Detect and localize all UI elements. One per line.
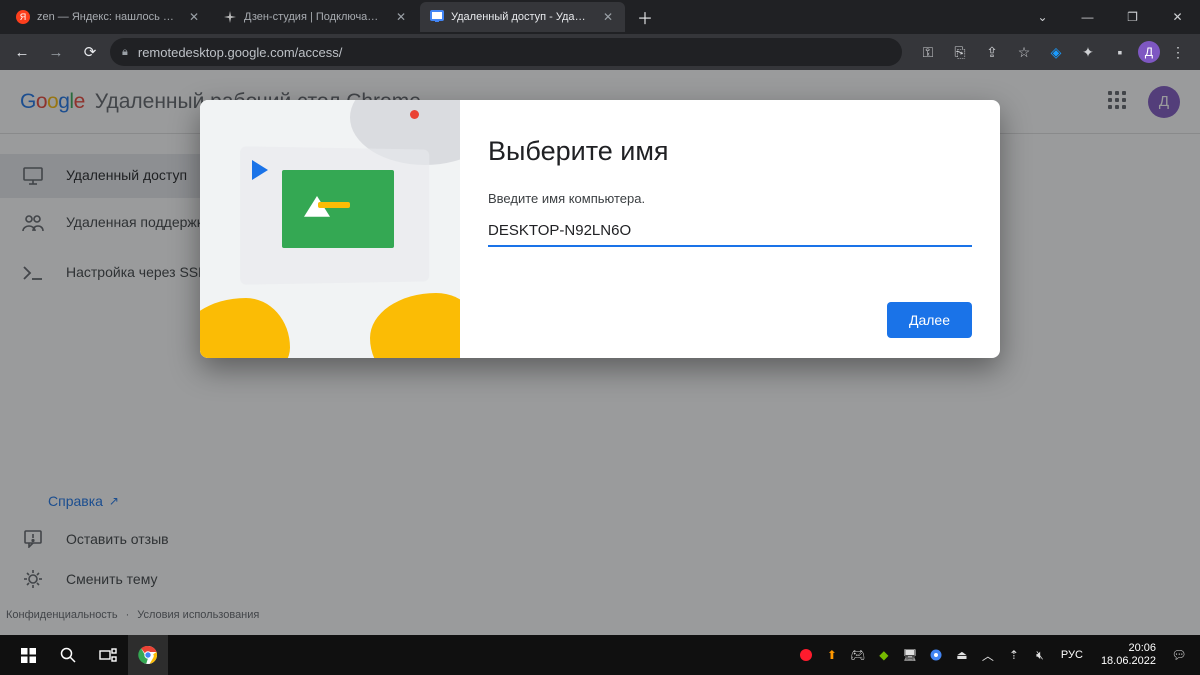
tray-nvidia-icon[interactable]: ◆: [875, 646, 893, 664]
close-icon[interactable]: ✕: [601, 10, 615, 24]
choose-name-dialog: Выберите имя Введите имя компьютера. Дал…: [200, 100, 1000, 358]
browser-tab-2[interactable]: Дзен-студия | Подключаемся к ✕: [213, 2, 418, 32]
crd-icon: [430, 10, 444, 24]
forward-button[interactable]: →: [42, 38, 70, 66]
dialog-subtitle: Введите имя компьютера.: [488, 191, 972, 206]
tray-usb-icon[interactable]: ⏏: [953, 646, 971, 664]
start-button[interactable]: [8, 635, 48, 675]
tab-title: zen — Яндекс: нашлось 12 млн: [37, 11, 176, 23]
install-app-icon[interactable]: ⎘: [946, 38, 974, 66]
tray-opera-icon[interactable]: [797, 646, 815, 664]
tray-volume-icon[interactable]: 🔇︎: [1031, 646, 1049, 664]
url-text: remotedesktop.google.com/access/: [138, 45, 343, 60]
dialog-actions: Далее: [488, 272, 972, 338]
lastpass-icon[interactable]: ▪: [1106, 38, 1134, 66]
system-tray: ⬆ 🎮︎ ◆ 🖥︎ ⏏ ︿ ⇡ 🔇︎ РУС 20:06 18.06.2022 …: [797, 642, 1192, 668]
window-controls: ⌄ — ❐ ✕: [1020, 0, 1200, 34]
tray-wifi-icon[interactable]: ⇡: [1005, 646, 1023, 664]
tray-chevron-up-icon[interactable]: ︿: [979, 646, 997, 664]
windows-taskbar: ⬆ 🎮︎ ◆ 🖥︎ ⏏ ︿ ⇡ 🔇︎ РУС 20:06 18.06.2022 …: [0, 635, 1200, 675]
tray-monitor-icon[interactable]: 🖥︎: [901, 646, 919, 664]
taskview-icon[interactable]: [88, 635, 128, 675]
extensions-icon[interactable]: ✦: [1074, 38, 1102, 66]
tray-chrome-icon[interactable]: [927, 646, 945, 664]
clock-time: 20:06: [1128, 642, 1156, 655]
yandex-icon: Я: [16, 10, 30, 24]
tab-title: Удаленный доступ - Удаленный: [451, 11, 590, 23]
reload-button[interactable]: ⟳: [76, 38, 104, 66]
kebab-menu-icon[interactable]: ⋮: [1164, 38, 1192, 66]
dialog-illustration: [200, 100, 460, 358]
tray-language[interactable]: РУС: [1057, 649, 1087, 661]
toolbar-right: ⚿ ⎘ ⇪ ☆ ◈ ✦ ▪ Д ⋮: [914, 38, 1192, 66]
next-button[interactable]: Далее: [887, 302, 972, 338]
star-icon[interactable]: ☆: [1010, 38, 1038, 66]
close-icon[interactable]: ✕: [394, 10, 408, 24]
tray-update-icon[interactable]: ⬆: [823, 646, 841, 664]
computer-name-input[interactable]: [488, 220, 972, 247]
tab-title: Дзен-студия | Подключаемся к: [244, 11, 383, 23]
share-icon[interactable]: ⇪: [978, 38, 1006, 66]
close-icon[interactable]: ✕: [187, 10, 201, 24]
browser-titlebar: Я zen — Яндекс: нашлось 12 млн ✕ Дзен-ст…: [0, 0, 1200, 34]
dialog-body: Выберите имя Введите имя компьютера. Дал…: [460, 100, 1000, 358]
window-close-icon[interactable]: ✕: [1155, 1, 1200, 33]
search-icon[interactable]: [48, 635, 88, 675]
taskbar-chrome-icon[interactable]: [128, 635, 168, 675]
dialog-title: Выберите имя: [488, 136, 972, 167]
zen-icon: [223, 10, 237, 24]
window-minimize-icon[interactable]: —: [1065, 1, 1110, 33]
browser-tab-3[interactable]: Удаленный доступ - Удаленный ✕: [420, 2, 625, 32]
browser-tab-1[interactable]: Я zen — Яндекс: нашлось 12 млн ✕: [6, 2, 211, 32]
key-icon[interactable]: ⚿: [914, 38, 942, 66]
shield-icon[interactable]: ◈: [1042, 38, 1070, 66]
tray-notifications-icon[interactable]: 💬︎: [1170, 646, 1188, 664]
app-page: Google Удаленный рабочий стол Chrome Д У…: [0, 70, 1200, 635]
clock-date: 18.06.2022: [1101, 655, 1156, 668]
address-bar[interactable]: 🔒︎ remotedesktop.google.com/access/: [110, 38, 902, 66]
lock-icon: 🔒︎: [122, 46, 128, 59]
dialog-layer: Выберите имя Введите имя компьютера. Дал…: [0, 70, 1200, 635]
new-tab-button[interactable]: ＋: [631, 3, 659, 31]
window-maximize-icon[interactable]: ❐: [1110, 1, 1155, 33]
tray-app-icon[interactable]: 🎮︎: [849, 646, 867, 664]
svg-text:Я: Я: [20, 12, 27, 22]
back-button[interactable]: ←: [8, 38, 36, 66]
tray-clock[interactable]: 20:06 18.06.2022: [1095, 642, 1162, 668]
tab-strip: Я zen — Яндекс: нашлось 12 млн ✕ Дзен-ст…: [0, 0, 1020, 34]
window-collapse-tabs-icon[interactable]: ⌄: [1020, 1, 1065, 33]
profile-avatar[interactable]: Д: [1138, 41, 1160, 63]
browser-toolbar: ← → ⟳ 🔒︎ remotedesktop.google.com/access…: [0, 34, 1200, 70]
